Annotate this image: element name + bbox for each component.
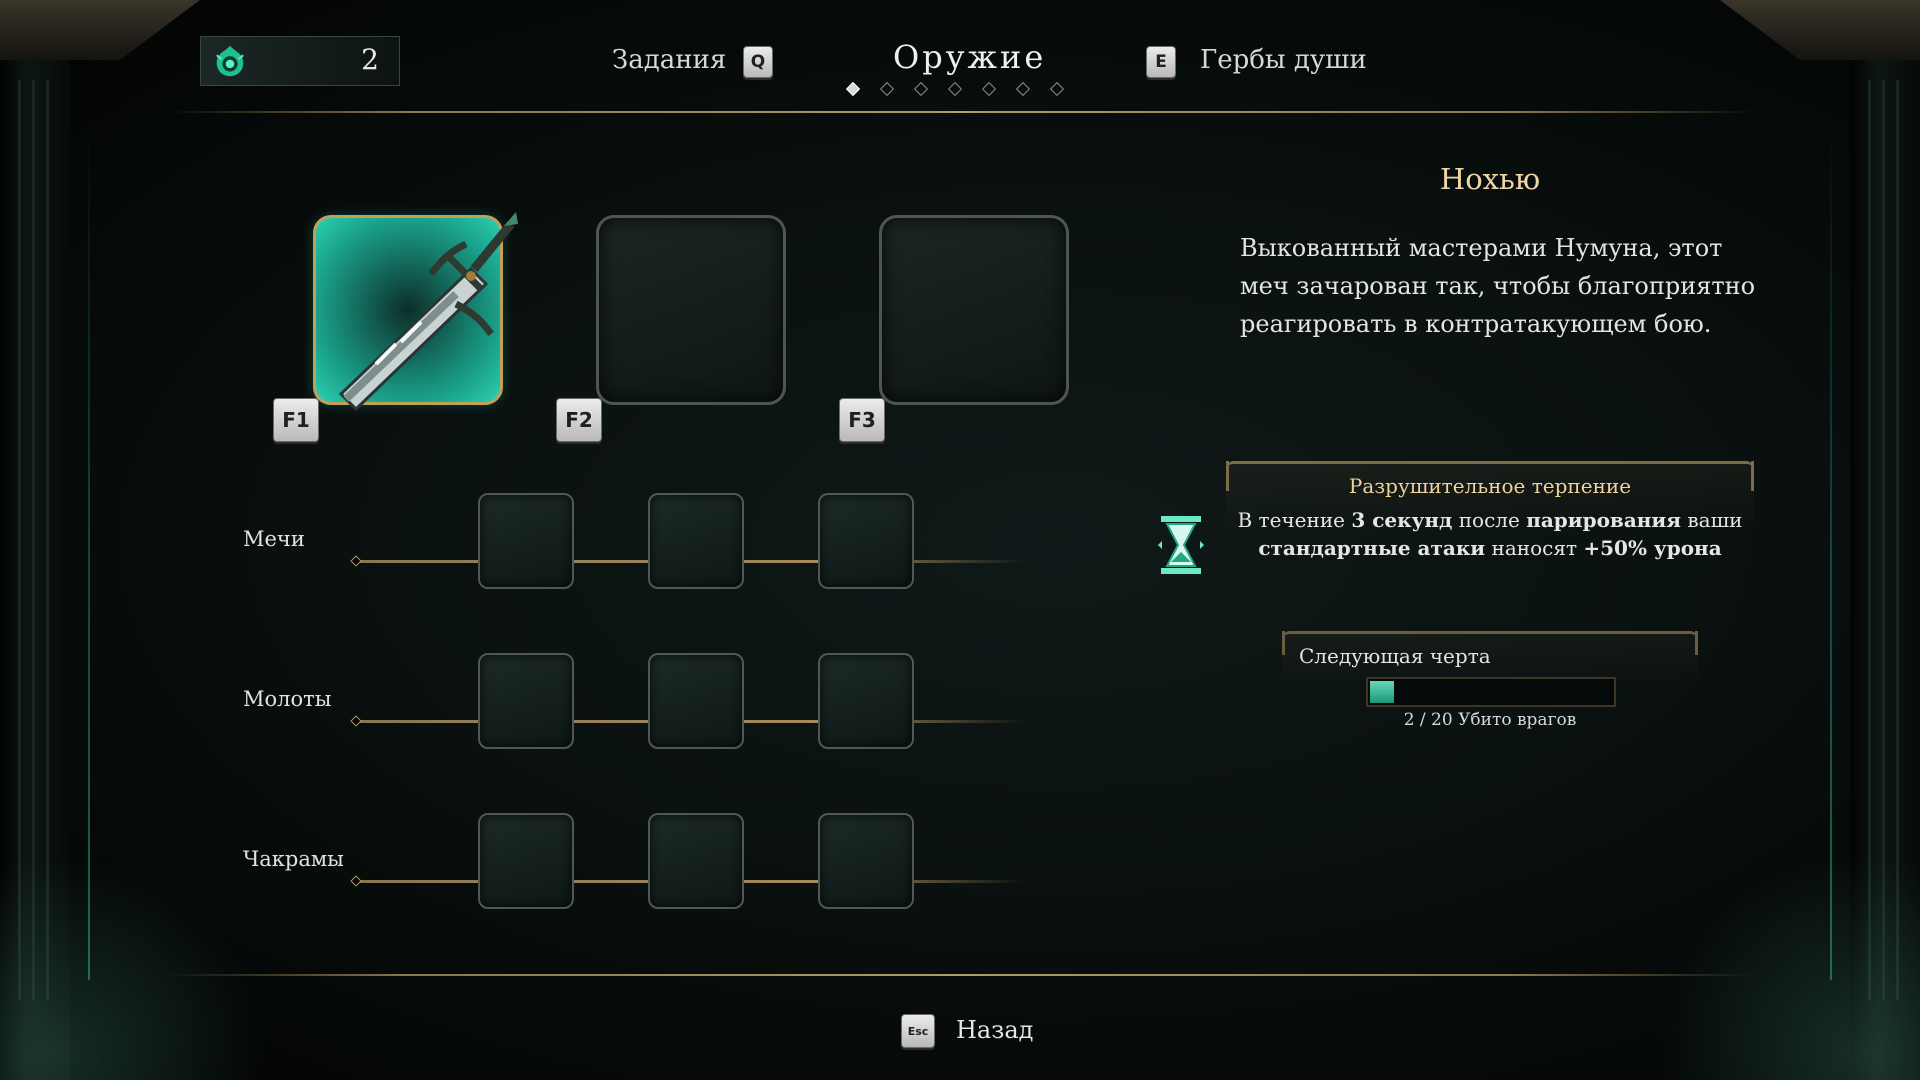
chakram-slot-2[interactable] (648, 813, 744, 909)
top-divider (166, 111, 1756, 113)
progress-text: 2 / 20 Убито врагов (1403, 710, 1577, 730)
key-q[interactable]: Q (743, 46, 773, 78)
category-label-hammers: Молоты (243, 687, 332, 711)
key-f2[interactable]: F2 (556, 398, 602, 442)
progress-fill (1370, 681, 1395, 703)
tab-quests[interactable]: Задания (612, 45, 726, 75)
trait-description: В течение 3 секунд после парирования ваш… (1237, 508, 1743, 560)
page-dot (947, 81, 963, 97)
page-indicator (845, 81, 1065, 97)
frame-right-edge (1830, 120, 1832, 980)
trait-name: Разрушительное терпение (1348, 474, 1632, 498)
sword-slot-1[interactable] (478, 493, 574, 589)
page-dot (1049, 81, 1065, 97)
right-foliage (1620, 820, 1920, 1080)
weapon-slot-2[interactable] (596, 215, 786, 405)
weapon-slot-1[interactable] (313, 212, 518, 412)
chakram-slot-1[interactable] (478, 813, 574, 909)
trait-panel: Разрушительное терпение В течение 3 секу… (1226, 461, 1754, 564)
sword-slot-3[interactable] (818, 493, 914, 589)
category-label-chakrams: Чакрамы (243, 847, 344, 871)
soul-flame-icon (216, 45, 244, 77)
page-dot (913, 81, 929, 97)
currency-counter: 2 (200, 36, 400, 86)
hammer-slot-3[interactable] (818, 653, 914, 749)
hourglass-icon (1158, 516, 1204, 574)
sword-slot-2[interactable] (648, 493, 744, 589)
tab-soul-crests[interactable]: Гербы души (1200, 45, 1367, 75)
bottom-divider (166, 974, 1756, 976)
weapon-description: Выкованный мастерами Нумуна, этот меч за… (1240, 234, 1756, 338)
hammer-slot-1[interactable] (478, 653, 574, 749)
chakram-slot-3[interactable] (818, 813, 914, 909)
frame-left-edge (88, 120, 90, 980)
page-dot (845, 81, 861, 97)
key-f3[interactable]: F3 (839, 398, 885, 442)
key-e[interactable]: E (1146, 46, 1176, 78)
page-dot (981, 81, 997, 97)
next-trait-label: Следующая черта (1299, 644, 1491, 668)
page-dot (879, 81, 895, 97)
currency-amount: 2 (361, 43, 379, 76)
hammer-slot-2[interactable] (648, 653, 744, 749)
weapon-slot-3[interactable] (879, 215, 1069, 405)
category-label-swords: Мечи (243, 527, 305, 551)
sword-icon (338, 212, 518, 412)
page-dot (1015, 81, 1031, 97)
key-f1[interactable]: F1 (273, 398, 319, 442)
key-esc[interactable]: Esc (901, 1014, 935, 1048)
weapon-name: Нохью (1439, 162, 1541, 196)
back-button[interactable]: Назад (956, 1016, 1033, 1044)
page-title: Оружие (893, 38, 1047, 76)
next-trait-progress-bar (1366, 677, 1616, 707)
